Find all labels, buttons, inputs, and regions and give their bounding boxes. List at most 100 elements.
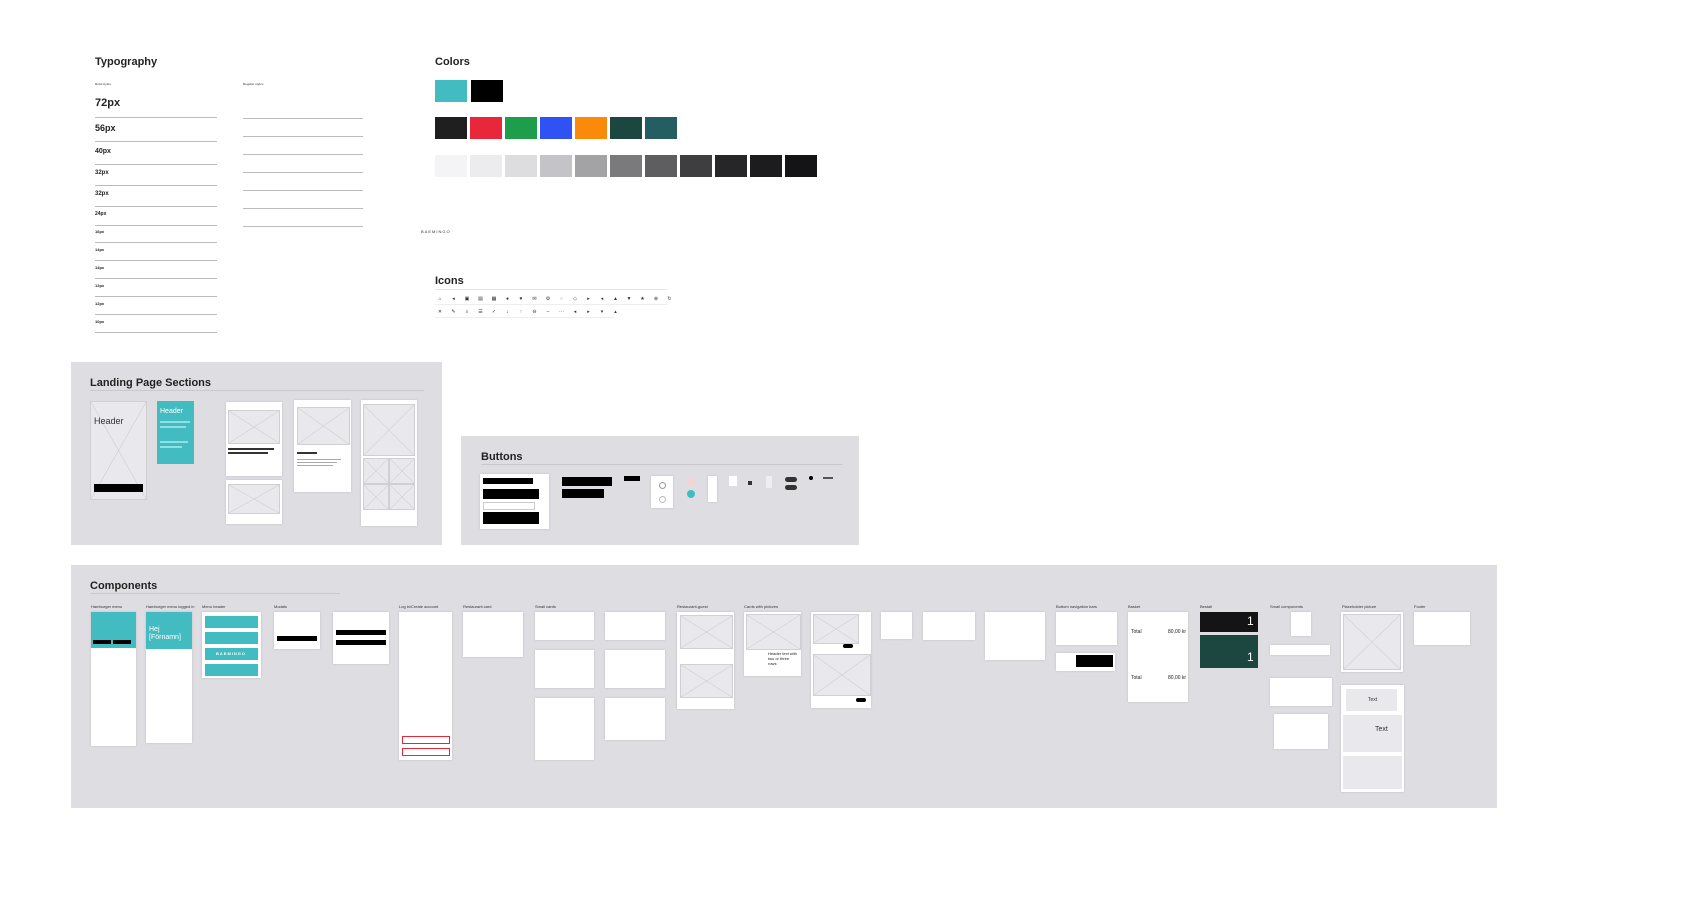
bottom-navigation-bar[interactable]: [1056, 612, 1117, 645]
color-swatch-label: [540, 177, 572, 185]
pill-button[interactable]: [785, 477, 797, 482]
button-primary[interactable]: [483, 489, 539, 499]
type-size-label: 72px: [95, 97, 121, 109]
component-column-label: Hamburger menu: [91, 604, 123, 609]
type-size-label: 14px: [95, 265, 105, 270]
color-swatch: [435, 117, 467, 139]
small-component-2[interactable]: [1270, 645, 1330, 655]
landing-header-section: Header: [90, 401, 147, 500]
icon-glyph: ◇: [573, 296, 577, 302]
color-swatch-label: [610, 139, 642, 147]
checkbox-button[interactable]: [748, 481, 752, 485]
color-swatch: [470, 117, 502, 139]
component-column-label: Placeholder picture: [1342, 604, 1377, 609]
small-card-2[interactable]: [535, 650, 594, 688]
components-divider: [90, 593, 340, 594]
buttons-divider: [481, 464, 843, 465]
landing-header-cta[interactable]: [94, 484, 143, 492]
small-card-6[interactable]: [605, 698, 665, 740]
small-component[interactable]: [1291, 612, 1311, 636]
icon-glyph: ◂: [600, 296, 604, 302]
footer-component: [1414, 612, 1470, 645]
button-primary-large[interactable]: [483, 512, 539, 524]
color-swatch-label: [435, 102, 467, 110]
small-component-3[interactable]: [1270, 678, 1332, 706]
order-status-green[interactable]: 1: [1200, 635, 1258, 668]
small-card-4[interactable]: [605, 612, 665, 640]
components-panel: Components Hamburger menu Hamburger menu …: [71, 565, 1497, 808]
type-size-label: 16px: [95, 229, 105, 234]
input-error[interactable]: [402, 736, 450, 744]
landing-teal-header-text: Header: [160, 408, 183, 415]
button-primary-small[interactable]: [483, 478, 533, 484]
hamburger-menu: [91, 612, 136, 746]
primary-buttons-group: [480, 474, 549, 529]
small-stepper[interactable]: [766, 476, 772, 488]
component-column-label: Hamburger menu logged in: [146, 604, 195, 609]
hamburger-login-button[interactable]: [93, 640, 111, 644]
restaurant-card-component[interactable]: [463, 612, 523, 657]
icon-glyph: ✕: [437, 309, 443, 315]
color-swatch: [575, 117, 607, 139]
button-secondary[interactable]: [483, 502, 535, 510]
button-dark-wide[interactable]: [562, 477, 612, 486]
button-dark[interactable]: [562, 489, 604, 498]
icon-glyph: ▸: [587, 309, 590, 315]
landing-teal-header: Header: [157, 401, 194, 464]
color-swatch-label: [785, 177, 817, 185]
stepper-buttons[interactable]: [708, 476, 717, 502]
color-swatch-label: [435, 139, 467, 147]
type-row-divider: [95, 332, 217, 333]
small-card-5[interactable]: [605, 650, 665, 688]
button-mini[interactable]: [624, 476, 640, 481]
order-status-dark[interactable]: 1: [1200, 612, 1258, 632]
icon-buttons-group: [651, 476, 673, 508]
color-swatch: [645, 117, 677, 139]
landing-sections-panel: Landing Page Sections Header Header: [71, 362, 442, 545]
menu-header-logo: BAEMINGO: [216, 651, 246, 656]
type-row-divider: [95, 117, 217, 118]
component-column-label: Small components: [1270, 604, 1303, 609]
greeting-text: Hej [Förnamn]: [149, 626, 181, 641]
card-picture-text: Header text with two or three rows: [768, 651, 797, 666]
radio-dot[interactable]: [809, 476, 813, 480]
icon-button-red[interactable]: [687, 478, 695, 486]
icon-glyph: ▼: [626, 296, 632, 302]
login-form: [399, 612, 452, 760]
pill-button-2[interactable]: [785, 485, 797, 490]
color-swatch: [505, 155, 537, 177]
small-component-4[interactable]: [1274, 714, 1328, 749]
icons-row-divider: [435, 317, 615, 318]
icon-glyph: ▲: [613, 296, 618, 302]
landing-about-card: [294, 400, 351, 492]
toggle-button[interactable]: [729, 476, 737, 486]
icon-glyph: ◂: [452, 296, 455, 302]
icon-glyph: ↓: [506, 309, 509, 315]
icon-button-teal[interactable]: [687, 490, 695, 498]
icon-glyph: ⌕: [465, 309, 469, 315]
small-card-1[interactable]: [535, 612, 594, 640]
color-swatch: [750, 155, 782, 177]
color-swatch-label: [505, 139, 537, 147]
input-error-2[interactable]: [402, 748, 450, 756]
restaurant-guest: [677, 612, 734, 709]
text-link[interactable]: [823, 477, 833, 479]
component-column-label: Restaurant card: [463, 604, 492, 609]
modal-1: [274, 612, 320, 649]
bottom-navigation-bar-2[interactable]: [1056, 653, 1115, 671]
color-swatch-label: [680, 177, 712, 185]
component-column-label: Modals: [274, 604, 287, 609]
type-size-label: 10px: [95, 319, 105, 324]
color-swatch-label: [470, 139, 502, 147]
landing-restaurant-card-2: [226, 480, 282, 524]
card-with-picture[interactable]: Header text with two or three rows: [744, 612, 801, 676]
color-swatch-label: [471, 102, 503, 110]
typography-title: Typography: [95, 56, 158, 68]
color-swatch-label: [470, 177, 502, 185]
type-size-label: 12px: [95, 283, 105, 288]
small-card-3[interactable]: [535, 698, 594, 760]
type-row-divider: [243, 136, 363, 137]
color-swatch: [715, 155, 747, 177]
hamburger-create-button[interactable]: [113, 640, 131, 644]
color-swatch: [610, 117, 642, 139]
